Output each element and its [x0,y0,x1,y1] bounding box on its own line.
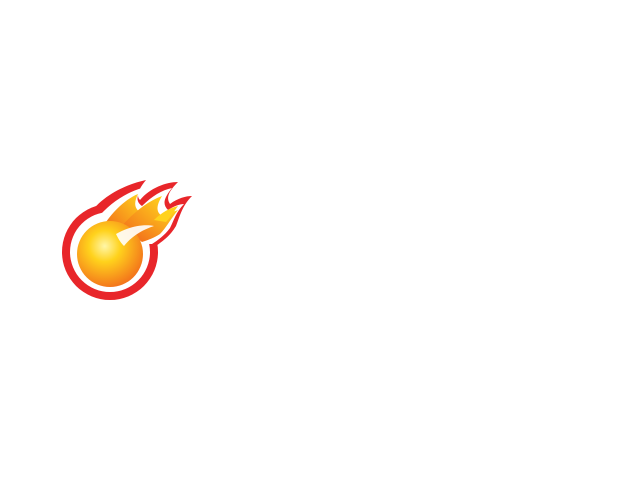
fireball-logo [58,176,192,306]
canvas [0,0,640,480]
fireball-icon [62,180,192,300]
